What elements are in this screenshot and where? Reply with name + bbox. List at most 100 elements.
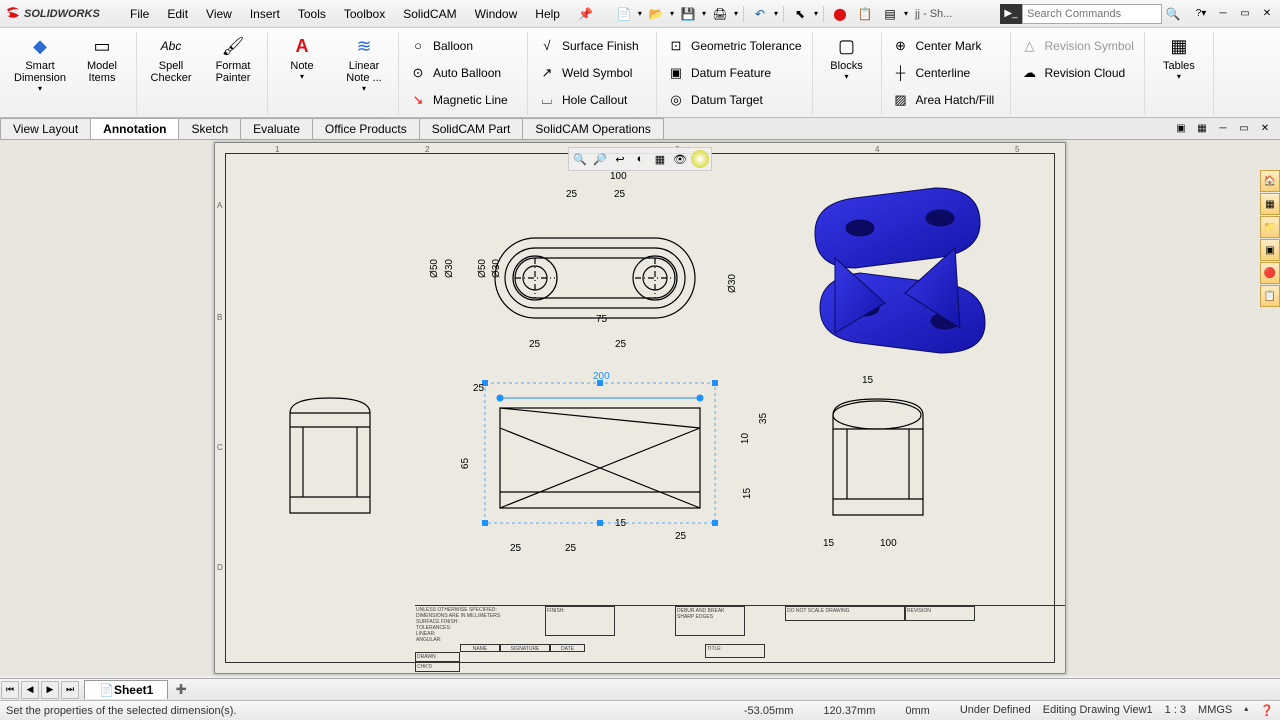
menu-edit[interactable]: Edit — [159, 4, 196, 24]
menu-solidcam[interactable]: SolidCAM — [395, 4, 464, 24]
dim-15c[interactable]: 15 — [862, 375, 873, 386]
dim-d30b[interactable]: Ø30 — [491, 259, 502, 278]
options-icon[interactable]: 📋 — [854, 4, 876, 24]
dim-15d[interactable]: 15 — [823, 538, 834, 549]
blocks-button[interactable]: ▢Blocks▾ — [817, 32, 877, 115]
doc-tile2-icon[interactable]: ▦ — [1193, 120, 1211, 136]
balloon-button[interactable]: ○Balloon — [403, 32, 523, 59]
undo-icon[interactable]: ↶ — [749, 4, 771, 24]
tab-solidcam-part[interactable]: SolidCAM Part — [419, 118, 524, 139]
status-help-icon[interactable]: ❓ — [1260, 704, 1274, 717]
appearance-icon[interactable] — [691, 150, 709, 168]
smart-dimension-button[interactable]: ◆Smart Dimension▾ — [10, 32, 70, 115]
dim-200-selected[interactable]: 200 — [593, 371, 610, 382]
home-icon[interactable]: 🏠 — [1260, 170, 1280, 192]
doc-close-icon[interactable]: ✕ — [1256, 120, 1274, 136]
menu-pin-icon[interactable]: 📌 — [570, 4, 601, 24]
weld-symbol-button[interactable]: ↗Weld Symbol — [532, 59, 652, 86]
select-icon[interactable]: ⬉ — [789, 4, 811, 24]
rebuild-icon[interactable]: ⬤ — [829, 4, 851, 24]
dim-d50b[interactable]: Ø50 — [477, 259, 488, 278]
search-go-icon[interactable]: 🔍 — [1162, 4, 1184, 24]
status-units[interactable]: MMGS — [1198, 704, 1232, 717]
dim-25e[interactable]: 25 — [473, 383, 484, 394]
dim-75[interactable]: 75 — [596, 314, 607, 325]
search-input[interactable] — [1022, 4, 1162, 24]
sheet-prev-icon[interactable]: ◀ — [21, 681, 39, 699]
sheet-last-icon[interactable]: ⏭ — [61, 681, 79, 699]
dim-100b[interactable]: 100 — [880, 538, 897, 549]
section-icon[interactable]: ◐ — [631, 150, 649, 168]
print-icon[interactable]: 🖨 — [709, 4, 731, 24]
dim-65[interactable]: 65 — [460, 458, 471, 469]
zoom-fit-icon[interactable]: 🔍 — [571, 150, 589, 168]
surface-finish-button[interactable]: √Surface Finish — [532, 32, 652, 59]
front-view[interactable] — [470, 378, 730, 548]
revision-symbol-button[interactable]: △Revision Symbol — [1015, 32, 1140, 59]
linear-note-button[interactable]: ≋Linear Note ...▾ — [334, 32, 394, 115]
appearances-icon[interactable]: 🔴 — [1260, 262, 1280, 284]
format-painter-button[interactable]: 🖌Format Painter — [203, 32, 263, 115]
drawing-sheet[interactable]: 1 2 3 4 5 A B C D 🔍 🔎 ↩ ◐ ▦ 👁 — [214, 142, 1066, 674]
dim-d30[interactable]: Ø30 — [444, 259, 455, 278]
tab-view-layout[interactable]: View Layout — [0, 118, 91, 139]
display-style-icon[interactable]: ▦ — [651, 150, 669, 168]
sheet-first-icon[interactable]: ⏮ — [1, 681, 19, 699]
revision-cloud-button[interactable]: ☁Revision Cloud — [1015, 59, 1140, 86]
sheet-next-icon[interactable]: ▶ — [41, 681, 59, 699]
custom-props-icon[interactable]: 📋 — [1260, 285, 1280, 307]
tab-sketch[interactable]: Sketch — [178, 118, 241, 139]
menu-file[interactable]: File — [122, 4, 157, 24]
save-icon[interactable]: 💾 — [677, 4, 699, 24]
note-button[interactable]: ANote▾ — [272, 32, 332, 115]
new-icon[interactable]: 📄 — [613, 4, 635, 24]
dim-d30c[interactable]: Ø30 — [727, 274, 738, 293]
doc-min-icon[interactable]: ─ — [1214, 120, 1232, 136]
dim-25b[interactable]: 25 — [614, 189, 625, 200]
view-palette-icon[interactable]: ▣ — [1260, 239, 1280, 261]
spell-checker-button[interactable]: AbcSpell Checker — [141, 32, 201, 115]
dim-100[interactable]: 100 — [610, 171, 627, 182]
status-scale[interactable]: 1 : 3 — [1165, 704, 1186, 717]
hole-callout-button[interactable]: ⌴Hole Callout — [532, 86, 652, 113]
iso-view[interactable] — [785, 173, 995, 373]
menu-view[interactable]: View — [198, 4, 240, 24]
close-icon[interactable]: ✕ — [1258, 6, 1276, 22]
centerline-button[interactable]: ┼Centerline — [886, 59, 1006, 86]
datum-feature-button[interactable]: ▣Datum Feature — [661, 59, 808, 86]
prev-view-icon[interactable]: ↩ — [611, 150, 629, 168]
doc-tile-icon[interactable]: ▣ — [1172, 120, 1190, 136]
top-view[interactable] — [445, 203, 735, 353]
magnetic-line-button[interactable]: ↘Magnetic Line — [403, 86, 523, 113]
zoom-area-icon[interactable]: 🔎 — [591, 150, 609, 168]
area-hatch-button[interactable]: ▨Area Hatch/Fill — [886, 86, 1006, 113]
drawing-viewport[interactable]: 1 2 3 4 5 A B C D 🔍 🔎 ↩ ◐ ▦ 👁 — [0, 140, 1280, 676]
maximize-icon[interactable]: ▭ — [1236, 6, 1254, 22]
center-mark-button[interactable]: ⊕Center Mark — [886, 32, 1006, 59]
library-icon[interactable]: 📁 — [1260, 216, 1280, 238]
sheet-tab-1[interactable]: 📄Sheet1 — [84, 680, 168, 699]
dim-25g[interactable]: 25 — [565, 543, 576, 554]
menu-toolbox[interactable]: Toolbox — [336, 4, 393, 24]
resources-icon[interactable]: ▦ — [1260, 193, 1280, 215]
help-icon[interactable]: ?▾ — [1192, 6, 1210, 22]
add-sheet-icon[interactable]: ➕ — [172, 681, 190, 699]
right-side-view[interactable] — [815, 393, 945, 533]
dim-35[interactable]: 35 — [758, 413, 769, 424]
dim-25a[interactable]: 25 — [566, 189, 577, 200]
doc-max-icon[interactable]: ▭ — [1235, 120, 1253, 136]
menu-insert[interactable]: Insert — [242, 4, 288, 24]
tab-evaluate[interactable]: Evaluate — [240, 118, 313, 139]
hide-show-icon[interactable]: 👁 — [671, 150, 689, 168]
dim-d50[interactable]: Ø50 — [429, 259, 440, 278]
tables-button[interactable]: ▦Tables▾ — [1149, 32, 1209, 115]
dim-25c[interactable]: 25 — [529, 339, 540, 350]
geometric-tolerance-button[interactable]: ⊡Geometric Tolerance — [661, 32, 808, 59]
dim-10[interactable]: 10 — [740, 433, 751, 444]
dim-15[interactable]: 15 — [742, 488, 753, 499]
left-side-view[interactable] — [275, 393, 385, 523]
tab-annotation[interactable]: Annotation — [90, 118, 179, 139]
menu-tools[interactable]: Tools — [290, 4, 334, 24]
tab-solidcam-operations[interactable]: SolidCAM Operations — [522, 118, 663, 139]
open-icon[interactable]: 📂 — [645, 4, 667, 24]
